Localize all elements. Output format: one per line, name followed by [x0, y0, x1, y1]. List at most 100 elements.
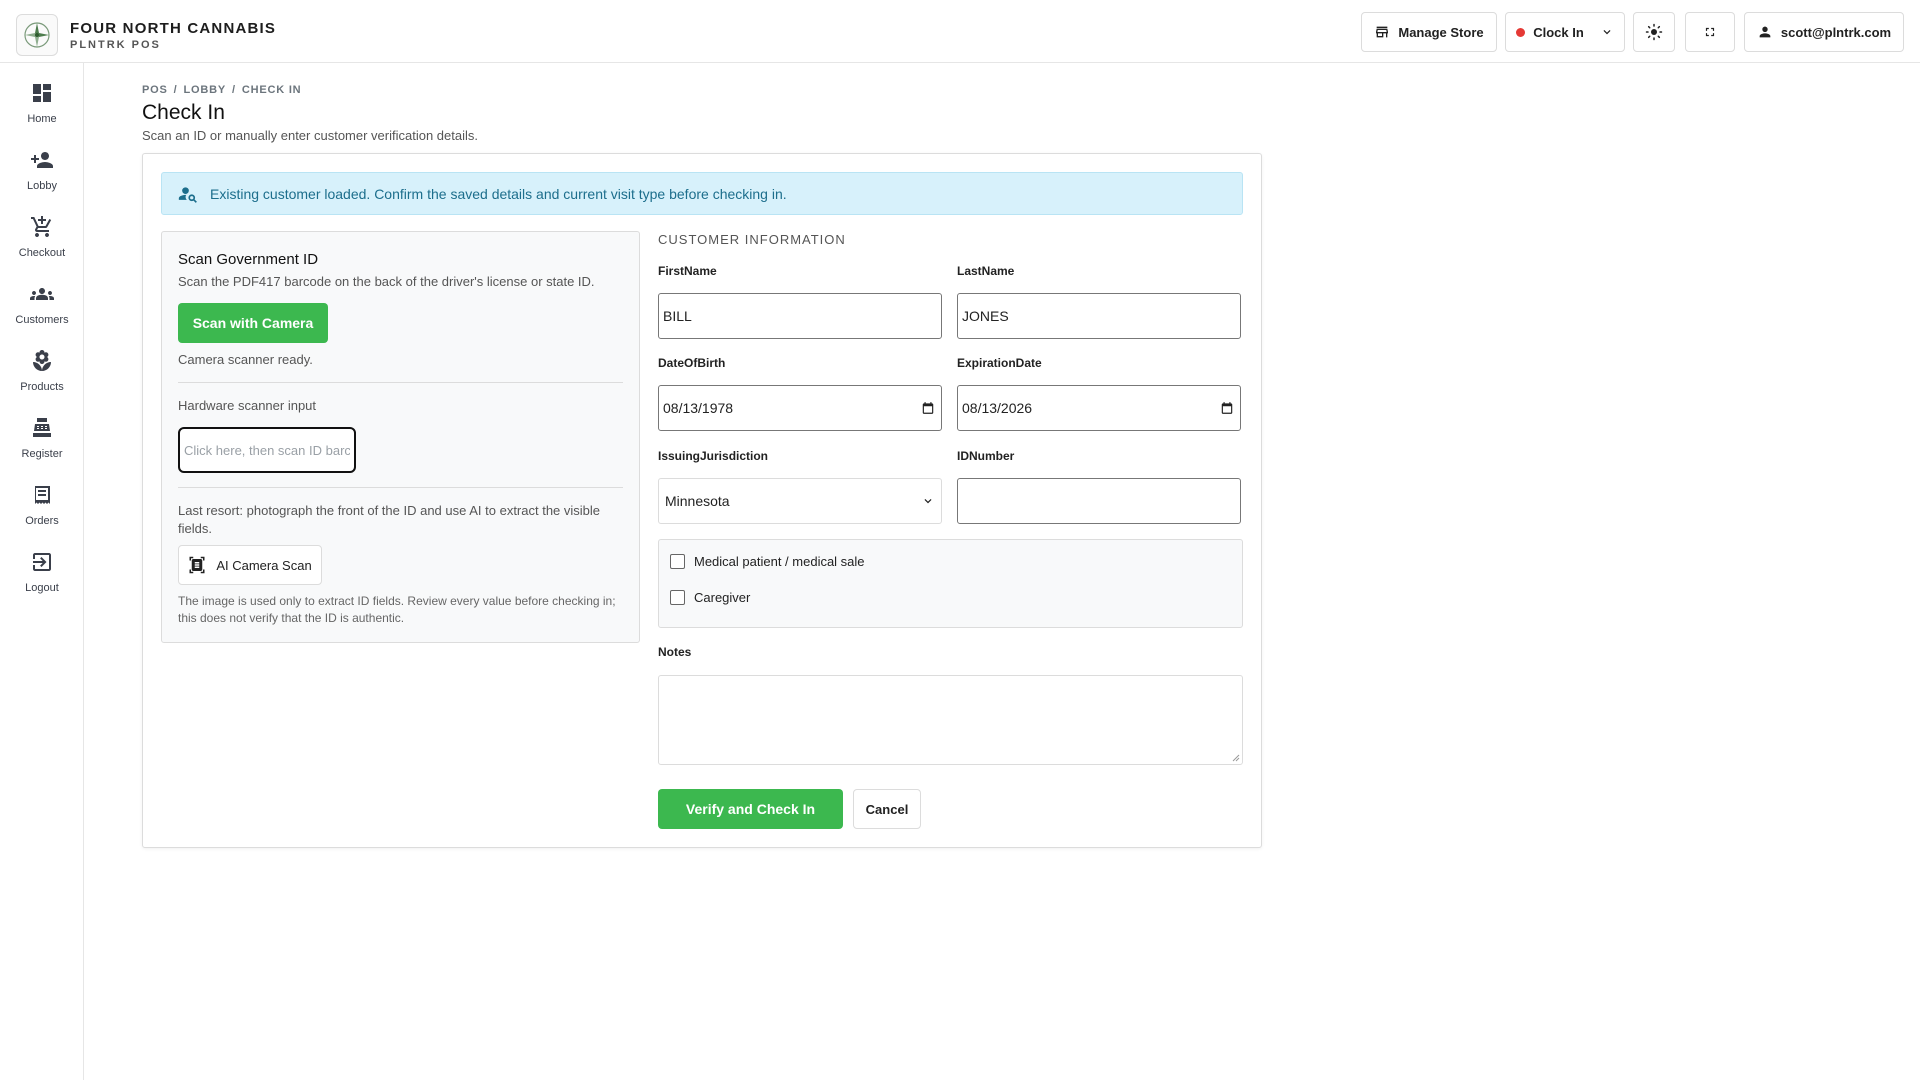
sidebar-item-label: Products	[20, 381, 64, 393]
medical-patient-label: Medical patient / medical sale	[694, 554, 865, 569]
clock-status-dot	[1516, 27, 1526, 37]
sun-icon	[1645, 23, 1663, 41]
sidebar: Home Lobby Checkout Customers Products R…	[0, 63, 84, 1080]
ai-camera-scan-button[interactable]: AI Camera Scan	[178, 545, 322, 585]
first-name-value: BILL	[663, 308, 692, 324]
breadcrumb-separator: /	[232, 84, 236, 96]
flower-icon	[33, 350, 51, 371]
camera-status-text: Camera scanner ready.	[178, 352, 313, 367]
medical-patient-checkbox[interactable]: Medical patient / medical sale	[670, 554, 865, 569]
sidebar-item-checkout[interactable]: Checkout	[0, 215, 84, 275]
person-search-icon	[178, 186, 197, 203]
sidebar-item-label: Checkout	[18, 247, 66, 259]
sidebar-item-label: Lobby	[27, 180, 57, 192]
issuing-jurisdiction-value: Minnesota	[665, 493, 730, 509]
checkbox-box[interactable]	[670, 554, 685, 569]
date-of-birth-label: DateOfBirth	[658, 356, 726, 370]
divider	[178, 487, 623, 488]
customer-information-heading: CUSTOMER INFORMATION	[658, 232, 846, 247]
sidebar-item-label: Logout	[25, 582, 59, 594]
issuing-jurisdiction-select[interactable]: Minnesota	[658, 478, 942, 524]
calendar-icon[interactable]	[921, 401, 935, 415]
user-email: scott@plntrk.com	[1780, 24, 1892, 40]
expiration-date-value: 08/13/2026	[962, 400, 1033, 416]
notes-label: Notes	[658, 645, 692, 659]
receipt-icon	[35, 486, 50, 504]
alert-text: Existing customer loaded. Confirm the sa…	[210, 185, 787, 202]
id-number-field[interactable]	[957, 478, 1241, 524]
sidebar-item-label: Orders	[25, 515, 59, 527]
person-icon	[1759, 26, 1771, 38]
hardware-scanner-input[interactable]	[178, 427, 356, 473]
issuing-jurisdiction-label: IssuingJurisdiction	[658, 449, 769, 463]
page-subtitle: Scan an ID or manually enter customer ve…	[142, 128, 478, 143]
date-of-birth-field[interactable]: 08/13/1978	[658, 385, 942, 431]
sidebar-item-register[interactable]: Register	[0, 416, 84, 476]
caregiver-checkbox[interactable]: Caregiver	[670, 590, 750, 605]
manage-store-label: Manage Store	[1398, 24, 1484, 40]
first-name-field[interactable]: BILL	[658, 293, 942, 339]
hardware-scanner-label: Hardware scanner input	[178, 398, 317, 413]
breadcrumb-item-check-in: CHECK IN	[241, 84, 302, 96]
chevron-down-icon	[924, 499, 932, 504]
divider	[178, 382, 623, 383]
theme-toggle-button[interactable]	[1633, 12, 1675, 52]
caregiver-label: Caregiver	[694, 590, 751, 605]
visit-type-panel	[658, 539, 1243, 628]
brand-subtitle: PLNTRK POS	[70, 38, 161, 51]
expiration-date-label: ExpirationDate	[957, 356, 1042, 370]
info-alert: Existing customer loaded. Confirm the sa…	[161, 172, 1243, 215]
user-menu-button[interactable]: scott@plntrk.com	[1744, 12, 1904, 52]
fullscreen-button[interactable]	[1685, 12, 1735, 52]
breadcrumb-separator: /	[173, 84, 178, 96]
checkbox-box[interactable]	[670, 590, 685, 605]
ai-camera-scan-label: AI Camera Scan	[216, 557, 312, 573]
resize-grip-icon[interactable]	[1232, 754, 1240, 762]
page-title: Check In	[142, 101, 225, 124]
calendar-icon[interactable]	[1220, 401, 1234, 415]
group-icon	[30, 288, 54, 300]
id-number-label: IDNumber	[957, 449, 1015, 463]
breadcrumb-item-pos[interactable]: POS	[142, 84, 168, 96]
brand-name: FOUR NORTH CANNABIS	[70, 19, 277, 37]
scan-with-camera-button[interactable]: Scan with Camera	[178, 303, 328, 343]
logout-icon	[33, 553, 51, 571]
clock-in-button[interactable]: Clock In	[1505, 12, 1625, 52]
fullscreen-icon	[1705, 27, 1715, 37]
register-icon	[33, 418, 51, 437]
date-of-birth-value: 08/13/1978	[663, 400, 734, 416]
person-add-icon	[31, 152, 53, 168]
last-name-value: JONES	[962, 308, 1009, 324]
notes-textarea[interactable]	[658, 675, 1243, 765]
brand[interactable]: FOUR NORTH CANNABIS PLNTRK POS	[16, 14, 276, 56]
sidebar-item-label: Register	[21, 448, 63, 460]
sidebar-item-label: Home	[27, 113, 57, 125]
first-name-label: FirstName	[658, 264, 717, 278]
document-scanner-icon	[189, 556, 205, 574]
sidebar-item-orders[interactable]: Orders	[0, 483, 84, 543]
cart-icon	[31, 216, 52, 237]
store-icon	[1376, 26, 1389, 38]
last-resort-text: Last resort: photograph the front of the…	[178, 503, 601, 536]
compass-leaf-logo-icon	[16, 14, 58, 56]
last-name-field[interactable]: JONES	[957, 293, 1241, 339]
breadcrumb: POS / LOBBY / CHECK IN	[142, 84, 301, 96]
verify-and-check-in-button[interactable]: Verify and Check In	[658, 789, 843, 829]
clock-in-label: Clock In	[1533, 24, 1584, 40]
breadcrumb-item-lobby[interactable]: LOBBY	[184, 84, 227, 96]
top-bar: FOUR NORTH CANNABIS PLNTRK POS Manage St…	[0, 0, 1920, 63]
sidebar-item-lobby[interactable]: Lobby	[0, 148, 84, 208]
sidebar-item-products[interactable]: Products	[0, 349, 84, 409]
scan-description: Scan the PDF417 barcode on the back of t…	[178, 274, 595, 289]
chevron-down-icon	[1603, 30, 1611, 35]
scan-title: Scan Government ID	[178, 251, 319, 268]
manage-store-button[interactable]: Manage Store	[1361, 12, 1497, 52]
sidebar-item-home[interactable]: Home	[0, 81, 84, 141]
expiration-date-field[interactable]: 08/13/2026	[957, 385, 1241, 431]
cancel-button[interactable]: Cancel	[853, 789, 921, 829]
sidebar-item-logout[interactable]: Logout	[0, 550, 84, 610]
sidebar-item-customers[interactable]: Customers	[0, 282, 84, 342]
ai-disclaimer-text: The image is used only to extract ID fie…	[178, 594, 616, 625]
dashboard-icon	[33, 84, 51, 102]
last-name-label: LastName	[957, 264, 1015, 278]
